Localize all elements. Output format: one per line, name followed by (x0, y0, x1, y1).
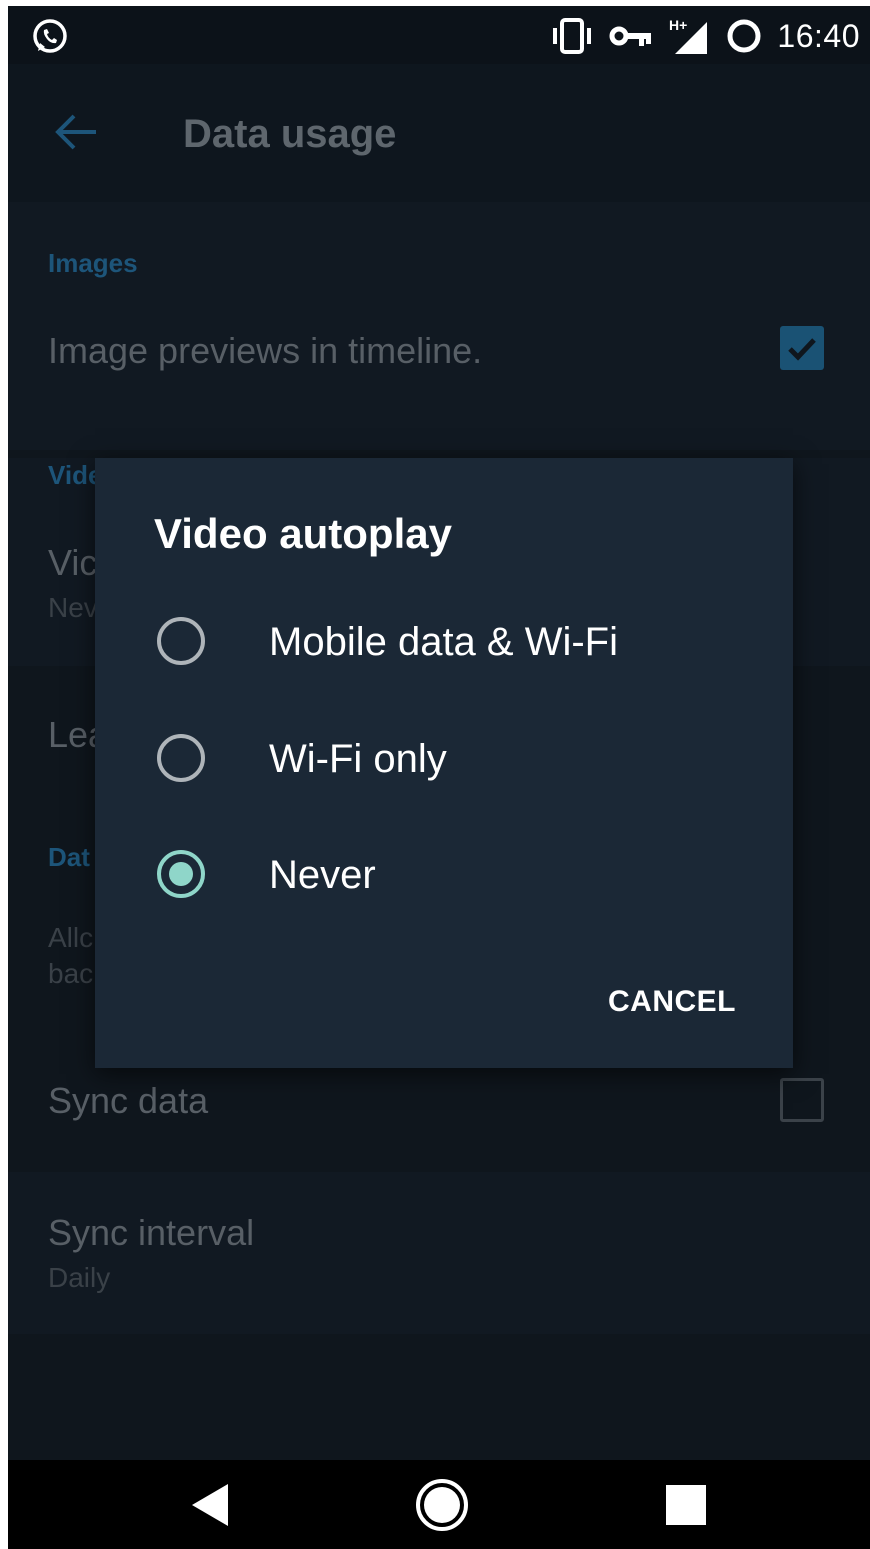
image-previews-checkbox[interactable] (780, 326, 824, 370)
option-wifi-only[interactable]: Wi-Fi only (95, 703, 793, 813)
video-autoplay-dialog: Video autoplay Mobile data & Wi-Fi Wi-Fi… (95, 458, 793, 1068)
sync-icon (727, 19, 761, 53)
back-triangle-icon (192, 1483, 228, 1526)
sync-data-checkbox[interactable] (780, 1078, 824, 1122)
option-never[interactable]: Never (95, 819, 793, 929)
home-circle-icon (416, 1478, 468, 1531)
allow-background-line1: Allc (48, 922, 94, 953)
option-label: Wi-Fi only (269, 737, 447, 781)
video-autoplay-value: Nev (48, 592, 98, 623)
cancel-button[interactable]: CANCEL (608, 985, 736, 1019)
dialog-title: Video autoplay (154, 510, 452, 557)
section-header-data: Dat (48, 842, 90, 872)
nav-recents-button[interactable] (650, 1460, 722, 1549)
radio-button-selected[interactable] (157, 850, 205, 898)
nav-home-button[interactable] (406, 1460, 478, 1549)
navigation-bar (8, 1460, 870, 1549)
recents-square-icon (666, 1484, 706, 1525)
vibrate-icon (553, 18, 592, 54)
option-mobile-data-wifi[interactable]: Mobile data & Wi-Fi (95, 586, 793, 696)
status-time: 16:40 (777, 17, 860, 54)
app-bar: Data usage (8, 64, 870, 202)
nav-back-button[interactable] (174, 1460, 246, 1549)
arrow-left-icon[interactable] (52, 112, 100, 152)
page-title: Data usage (183, 112, 397, 156)
whatsapp-icon (33, 19, 67, 53)
vpn-key-icon (609, 26, 652, 46)
image-previews-label[interactable]: Image previews in timeline. (48, 330, 482, 372)
video-autoplay-label[interactable]: Vic (48, 542, 97, 584)
sync-interval-label[interactable]: Sync interval (48, 1212, 254, 1254)
allow-background-line2: bac (48, 958, 94, 989)
radio-button[interactable] (157, 617, 205, 665)
section-header-images: Images (48, 248, 138, 278)
sync-data-label[interactable]: Sync data (48, 1080, 208, 1122)
screen: H+ 16:40 Data usage Images Image preview… (8, 6, 870, 1549)
status-bar: H+ 16:40 (8, 6, 870, 64)
status-icons: H+ 16:40 (549, 14, 860, 58)
option-label: Mobile data & Wi-Fi (269, 620, 618, 664)
images-section (8, 202, 870, 450)
signal-hplus-icon: H+ (669, 17, 708, 54)
radio-button[interactable] (157, 734, 205, 782)
check-icon (788, 338, 816, 361)
option-label: Never (269, 853, 376, 897)
sync-interval-value: Daily (48, 1262, 111, 1293)
svg-text:H+: H+ (669, 17, 687, 33)
